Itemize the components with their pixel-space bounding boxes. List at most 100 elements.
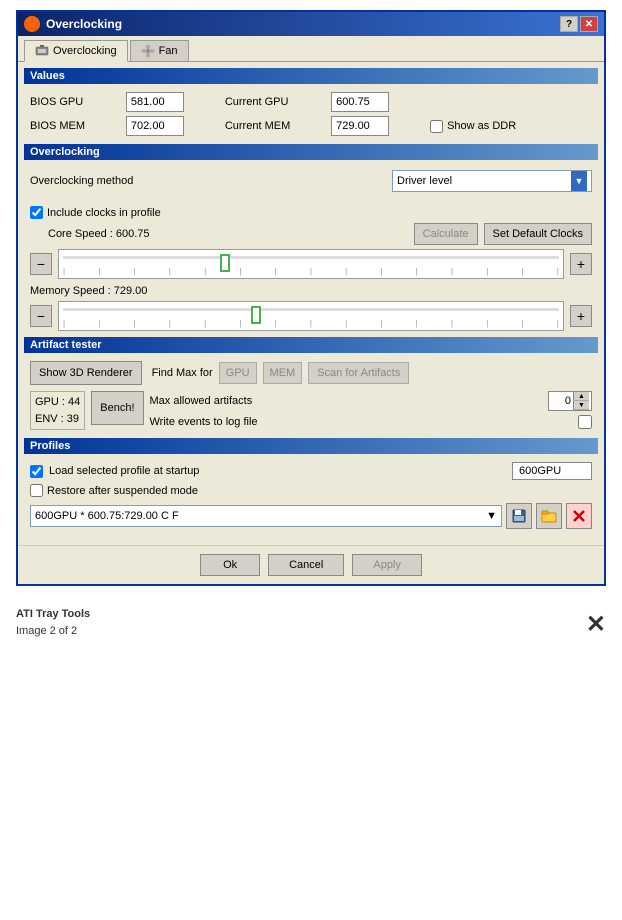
mem-slider-minus[interactable]: − [30,305,52,327]
dialog-buttons: Ok Cancel Apply [18,545,604,584]
bench-button[interactable]: Bench! [91,391,143,425]
dropdown-arrow-icon[interactable]: ▼ [571,171,587,191]
current-gpu-label: Current GPU [225,96,325,108]
write-events-checkbox[interactable] [578,415,592,429]
mem-slider-container: | | | | | | | | | | | | | [58,301,564,331]
artifact-section: Artifact tester Show 3D Renderer Find Ma… [24,337,598,434]
folder-open-icon [541,508,557,524]
show-ddr-row: Show as DDR [430,120,551,133]
scan-artifacts-button[interactable]: Scan for Artifacts [308,362,409,384]
tab-fan[interactable]: Fan [130,40,189,61]
delete-profile-button[interactable] [566,503,592,529]
mem-slider-plus[interactable]: + [570,305,592,327]
include-clocks-label: Include clocks in profile [47,207,161,219]
max-artifacts-spinner[interactable]: ▲ ▼ [548,391,592,411]
core-slider-thumb[interactable] [220,254,230,272]
bios-mem-label: BIOS MEM [30,120,120,132]
gpu-env-box: GPU : 44 ENV : 39 [30,391,85,430]
apply-button[interactable]: Apply [352,554,422,576]
artifact-header: Artifact tester [24,337,598,353]
calculate-button[interactable]: Calculate [414,223,478,245]
mem-slider-row: − | | | | | | | [24,299,598,333]
core-speed-label: Core Speed : 600.75 [48,228,150,240]
values-section: Values BIOS GPU Current GPU BIOS MEM Cur… [24,68,598,140]
tab-overclocking[interactable]: Overclocking [24,40,128,62]
tab-bar: Overclocking Fan [18,36,604,62]
include-clocks-checkbox[interactable] [30,206,43,219]
max-artifacts-row: Max allowed artifacts ▲ ▼ [150,391,593,411]
show-ddr-label: Show as DDR [447,120,516,132]
restore-mode-label: Restore after suspended mode [47,485,198,497]
tab-fan-label: Fan [159,45,178,57]
open-profile-button[interactable] [536,503,562,529]
oc-method-dropdown[interactable]: Driver level ▼ [392,170,592,192]
save-profile-button[interactable] [506,503,532,529]
fan-tab-icon [141,44,155,58]
profile-dropdown-arrow-icon[interactable]: ▼ [486,510,497,522]
values-grid: BIOS GPU Current GPU BIOS MEM Current ME… [24,88,598,140]
max-artifacts-input[interactable] [549,394,573,408]
max-artifacts-label: Max allowed artifacts [150,395,253,407]
core-slider-row: − | | | | | | | [24,247,598,281]
write-events-row: Write events to log file [150,415,593,429]
bios-gpu-input[interactable] [126,92,184,112]
image-info: Image 2 of 2 [16,623,90,640]
core-slider-minus[interactable]: − [30,253,52,275]
profile-name-box: 600GPU [512,462,592,480]
cancel-button[interactable]: Cancel [268,554,344,576]
footer: ATI Tray Tools Image 2 of 2 ✕ [0,596,622,649]
save-icon [511,508,527,524]
bios-mem-input[interactable] [126,116,184,136]
show-3d-renderer-button[interactable]: Show 3D Renderer [30,361,142,385]
core-slider-container: | | | | | | | | | | | | | [58,249,564,279]
tab-overclocking-label: Overclocking [53,45,117,57]
overclocking-header: Overclocking [24,144,598,160]
oc-method-label: Overclocking method [30,175,382,187]
title-bar: Overclocking ? ✕ [18,12,604,36]
profile-dropdown-value: 600GPU * 600.75:729.00 C F [35,510,179,522]
core-slider-plus[interactable]: + [570,253,592,275]
help-button[interactable]: ? [560,16,578,32]
delete-icon [571,508,587,524]
footer-text: ATI Tray Tools Image 2 of 2 [16,606,90,639]
current-mem-input[interactable] [331,116,389,136]
restore-mode-checkbox[interactable] [30,484,43,497]
show-ddr-checkbox[interactable] [430,120,443,133]
artifact-controls: Show 3D Renderer Find Max for GPU MEM Sc… [24,357,598,434]
profile-row1: Load selected profile at startup 600GPU [30,462,592,480]
oc-method-row: Overclocking method Driver level ▼ [24,164,598,194]
current-mem-label: Current MEM [225,120,325,132]
window-title: Overclocking [46,17,122,31]
profile-dropdown[interactable]: 600GPU * 600.75:729.00 C F ▼ [30,505,502,527]
bios-gpu-label: BIOS GPU [30,96,120,108]
spinner-up[interactable]: ▲ [573,392,589,401]
mem-slider-thumb[interactable] [251,306,261,324]
ok-button[interactable]: Ok [200,554,260,576]
app-name: ATI Tray Tools [16,606,90,623]
gpu-reading: GPU : 44 [35,394,80,411]
gpu-button[interactable]: GPU [219,362,257,384]
find-max-label: Find Max for [152,367,213,379]
include-clocks-row: Include clocks in profile [24,200,598,221]
current-gpu-input[interactable] [331,92,389,112]
main-window: Overclocking ? ✕ Overclocking Fan [16,10,606,586]
profile-dropdown-row: 600GPU * 600.75:729.00 C F ▼ [30,503,592,529]
profile-row2: Restore after suspended mode [30,484,592,497]
title-bar-left: Overclocking [24,16,122,32]
artifact-row1: Show 3D Renderer Find Max for GPU MEM Sc… [30,361,592,385]
content-area: Values BIOS GPU Current GPU BIOS MEM Cur… [18,62,604,545]
spinner-down[interactable]: ▼ [573,401,589,410]
artifact-details: Max allowed artifacts ▲ ▼ Write events t… [150,391,593,429]
profiles-content: Load selected profile at startup 600GPU … [24,458,598,533]
oc-method-value: Driver level [397,175,452,187]
load-profile-checkbox[interactable] [30,465,43,478]
overclocking-tab-icon [35,44,49,58]
profiles-section: Profiles Load selected profile at startu… [24,438,598,533]
mem-button[interactable]: MEM [263,362,303,384]
set-default-clocks-button[interactable]: Set Default Clocks [484,223,592,245]
footer-close-button[interactable]: ✕ [586,610,606,639]
title-buttons: ? ✕ [560,16,598,32]
load-profile-label: Load selected profile at startup [49,465,199,477]
close-button[interactable]: ✕ [580,16,598,32]
profiles-header: Profiles [24,438,598,454]
